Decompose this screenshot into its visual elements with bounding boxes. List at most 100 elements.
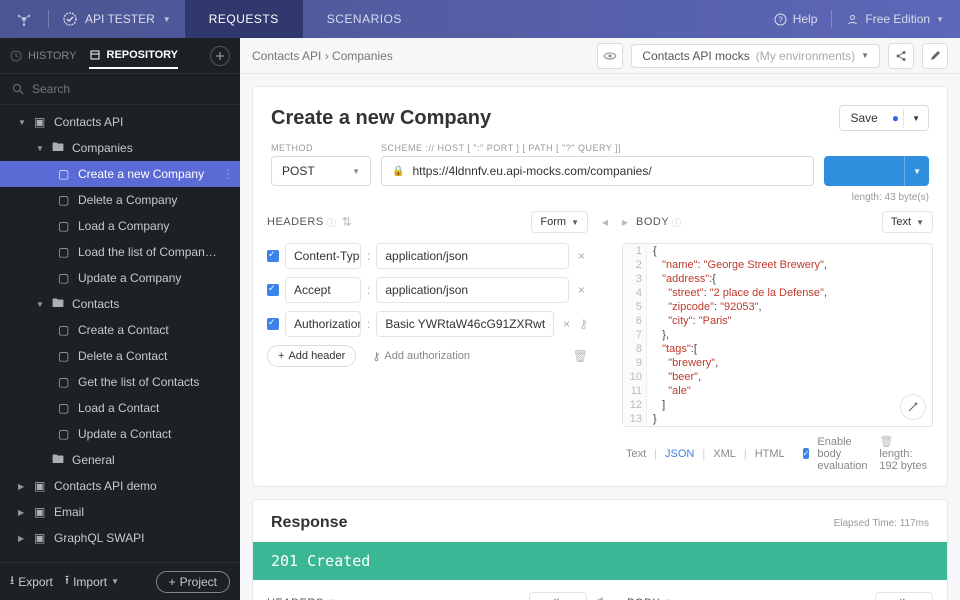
tree-item-get-contacts-list[interactable]: ▢Get the list of Contacts bbox=[0, 369, 240, 395]
header-row: Content-Type : application/json × bbox=[267, 243, 588, 269]
header-key-input[interactable]: Accept bbox=[285, 277, 361, 303]
response-headers-mode[interactable]: pretty▼ bbox=[529, 592, 587, 600]
header-checkbox[interactable] bbox=[267, 250, 279, 262]
header-key-input[interactable]: Content-Type bbox=[285, 243, 361, 269]
tree-item-delete-company[interactable]: ▢Delete a Company bbox=[0, 187, 240, 213]
enable-body-eval-checkbox[interactable]: ✓ bbox=[803, 448, 810, 459]
search-input[interactable] bbox=[32, 82, 228, 96]
body-mode-select[interactable]: Text▼ bbox=[882, 211, 933, 233]
request-icon: ▢ bbox=[58, 427, 72, 441]
collapse-headers-button[interactable]: ◂ bbox=[602, 215, 608, 229]
project-label: Project bbox=[180, 575, 217, 589]
tree-project-contacts-api-demo[interactable]: ▶▣Contacts API demo bbox=[0, 473, 240, 499]
import-button[interactable]: ⭱Import▼ bbox=[65, 571, 119, 592]
share-button[interactable] bbox=[888, 43, 914, 69]
tree-project-email[interactable]: ▶▣Email bbox=[0, 499, 240, 525]
plus-icon: + bbox=[169, 575, 176, 589]
chevron-down-icon: ▼ bbox=[861, 51, 869, 60]
tab-scenarios[interactable]: SCENARIOS bbox=[303, 0, 426, 38]
body-view-text[interactable]: Text bbox=[622, 446, 650, 462]
send-button[interactable]: ✈Send ▼ bbox=[824, 156, 929, 186]
send-dropdown[interactable]: ▼ bbox=[904, 156, 929, 186]
app-logo[interactable] bbox=[0, 11, 48, 27]
env-name: Contacts API mocks bbox=[642, 49, 749, 63]
export-button[interactable]: ⭳Export bbox=[10, 571, 53, 592]
svg-text:?: ? bbox=[778, 15, 783, 24]
kebab-icon[interactable]: ⋮ bbox=[222, 167, 234, 181]
expand-response-body-button[interactable]: ▸ bbox=[613, 596, 619, 600]
request-icon: ▢ bbox=[58, 245, 72, 259]
response-body-mode[interactable]: pretty▼ bbox=[875, 592, 933, 600]
remove-header-button[interactable]: × bbox=[560, 317, 573, 331]
help-link[interactable]: ? Help bbox=[774, 12, 818, 26]
tree-item-delete-contact[interactable]: ▢Delete a Contact bbox=[0, 343, 240, 369]
header-checkbox[interactable] bbox=[267, 318, 279, 330]
add-button[interactable] bbox=[210, 46, 230, 66]
tree-item-update-contact[interactable]: ▢Update a Contact bbox=[0, 421, 240, 447]
method-select[interactable]: POST ▼ bbox=[271, 156, 371, 186]
tree-folder-contacts[interactable]: ▼🖿Contacts bbox=[0, 291, 240, 317]
tree-project-contacts-api[interactable]: ▼▣Contacts API bbox=[0, 109, 240, 135]
folder-icon: 🖿 bbox=[52, 294, 66, 315]
key-icon[interactable]: ⚷ bbox=[579, 317, 588, 331]
collapse-response-headers-button[interactable]: ◂ bbox=[597, 592, 603, 600]
tree-project-graphql-swapi[interactable]: ▶▣GraphQL SWAPI bbox=[0, 525, 240, 551]
save-button[interactable]: Save ● ▼ bbox=[839, 105, 929, 131]
search-icon bbox=[12, 83, 24, 95]
tab-requests[interactable]: REQUESTS bbox=[185, 0, 303, 38]
share-icon bbox=[895, 50, 907, 62]
body-view-json[interactable]: JSON bbox=[661, 446, 698, 462]
header-row: Accept : application/json × bbox=[267, 277, 588, 303]
crumb-folder[interactable]: Companies bbox=[332, 49, 393, 63]
tree-item-load-contact[interactable]: ▢Load a Contact bbox=[0, 395, 240, 421]
trash-icon[interactable]: 🗑 bbox=[573, 349, 588, 363]
headers-mode-label: Form bbox=[540, 216, 566, 228]
tree-item-create-contact[interactable]: ▢Create a Contact bbox=[0, 317, 240, 343]
header-value-input[interactable]: Basic YWRtaW46cG91ZXRwt bbox=[376, 311, 554, 337]
brand-menu[interactable]: API TESTER ▼ bbox=[49, 12, 185, 26]
sidebar-tab-repository[interactable]: REPOSITORY bbox=[89, 43, 179, 69]
crumb-project[interactable]: Contacts API bbox=[252, 49, 321, 63]
headers-mode-select[interactable]: Form ▼ bbox=[531, 211, 588, 233]
help-icon[interactable]: ⓘ bbox=[327, 216, 336, 229]
help-icon[interactable]: ⓘ bbox=[672, 216, 681, 229]
chevron-down-icon: ▼ bbox=[571, 218, 579, 227]
body-view-xml[interactable]: XML bbox=[709, 446, 740, 462]
tree-item-create-company[interactable]: ▢Create a new Company⋮ bbox=[0, 161, 240, 187]
add-authorization-button[interactable]: ⚷Add authorization bbox=[372, 350, 470, 363]
tree-folder-general[interactable]: 🖿General bbox=[0, 447, 240, 473]
add-auth-label: Add authorization bbox=[384, 350, 470, 362]
export-label: Export bbox=[18, 575, 53, 589]
project-button[interactable]: + Project bbox=[156, 571, 230, 593]
help-icon[interactable]: ⓘ bbox=[663, 597, 672, 600]
edit-button[interactable] bbox=[922, 43, 948, 69]
add-header-button[interactable]: +Add header bbox=[267, 345, 356, 367]
chevron-down-icon[interactable]: ▼ bbox=[903, 109, 928, 128]
tree-item-update-company[interactable]: ▢Update a Company bbox=[0, 265, 240, 291]
url-input[interactable]: 🔒 https://4ldnnfv.eu.api-mocks.com/compa… bbox=[381, 156, 814, 186]
expand-body-button[interactable]: ▸ bbox=[622, 215, 628, 229]
header-checkbox[interactable] bbox=[267, 284, 279, 296]
sort-icon[interactable]: ⇅ bbox=[342, 215, 352, 229]
tree-item-load-company[interactable]: ▢Load a Company bbox=[0, 213, 240, 239]
save-label: Save bbox=[840, 106, 887, 130]
tree-folder-companies[interactable]: ▼🖿Companies bbox=[0, 135, 240, 161]
trash-icon[interactable]: 🗑 bbox=[879, 436, 893, 448]
tree-item-load-company-list[interactable]: ▢Load the list of Compan… bbox=[0, 239, 240, 265]
header-value-input[interactable]: application/json bbox=[376, 243, 569, 269]
magic-wand-button[interactable] bbox=[900, 394, 926, 420]
tree-label: Contacts API bbox=[54, 115, 123, 129]
remove-header-button[interactable]: × bbox=[575, 249, 588, 263]
tree-label: Contacts bbox=[72, 297, 119, 311]
body-editor[interactable]: 1{ 2 "name": "George Street Brewery", 3 … bbox=[622, 243, 933, 427]
visibility-button[interactable] bbox=[597, 43, 623, 69]
help-icon[interactable]: ⓘ bbox=[327, 597, 336, 600]
body-view-html[interactable]: HTML bbox=[751, 446, 789, 462]
header-key-input[interactable]: Authorization bbox=[285, 311, 361, 337]
sidebar-tab-history[interactable]: HISTORY bbox=[10, 50, 77, 62]
remove-header-button[interactable]: × bbox=[575, 283, 588, 297]
box-icon: ▣ bbox=[34, 479, 48, 493]
edition-menu[interactable]: Free Edition ▼ bbox=[846, 12, 944, 26]
header-value-input[interactable]: application/json bbox=[376, 277, 569, 303]
environment-selector[interactable]: Contacts API mocks (My environments) ▼ bbox=[631, 44, 880, 68]
